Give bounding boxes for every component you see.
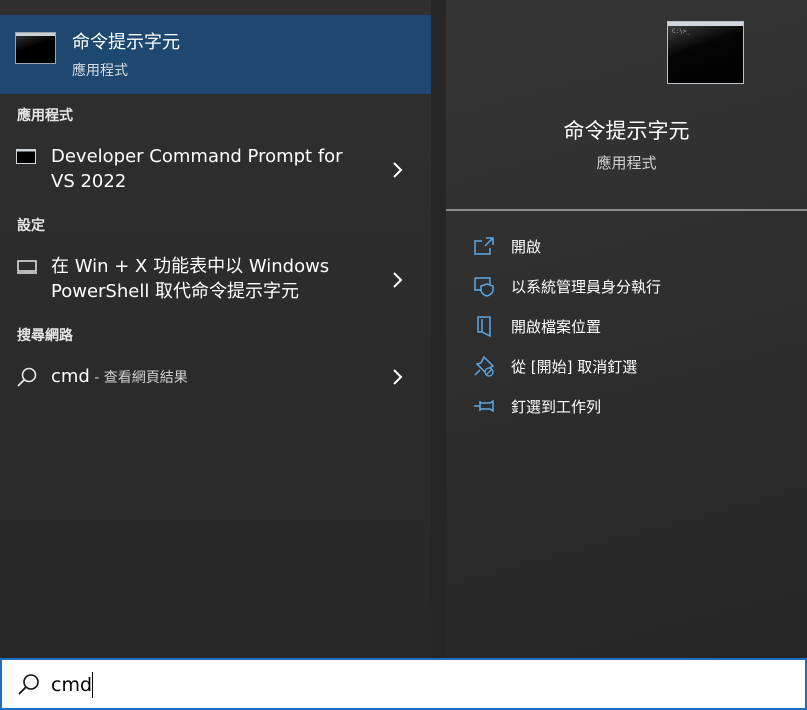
detail-title: 命令提示字元 [563, 119, 690, 143]
action-open-label: 開啟 [511, 238, 542, 256]
laptop-icon [17, 260, 37, 274]
pin-icon [474, 399, 494, 413]
action-unpin-from-start[interactable]: 從 [開始] 取消釘選 [473, 353, 793, 379]
list-item-web-search[interactable]: cmd - 查看網頁結果 [0, 362, 431, 392]
search-icon [17, 367, 37, 387]
chevron-right-icon[interactable] [390, 270, 404, 290]
command-prompt-icon [15, 32, 56, 64]
shield-icon [474, 277, 494, 297]
search-icon [18, 674, 39, 695]
pane-divider [431, 0, 446, 658]
list-item-winx-powershell[interactable]: 在 Win + X 功能表中以 Windows PowerShell 取代命令提… [0, 253, 431, 308]
open-icon [474, 237, 494, 255]
web-query: cmd [51, 366, 90, 387]
best-match-title: 命令提示字元 [72, 32, 180, 53]
unpin-icon [474, 355, 495, 377]
best-match-item[interactable]: 命令提示字元 應用程式 [0, 15, 431, 94]
detail-subtitle: 應用程式 [596, 154, 657, 172]
chevron-right-icon[interactable] [390, 367, 404, 387]
action-pin-to-taskbar-label: 釘選到工作列 [511, 398, 602, 416]
section-header-web: 搜尋網路 [17, 328, 73, 344]
list-item-label: 在 Win + X 功能表中以 Windows PowerShell 取代命令提… [51, 256, 330, 302]
action-pin-to-taskbar[interactable]: 釘選到工作列 [473, 393, 793, 419]
detail-divider [446, 209, 807, 211]
list-item-label: cmd - 查看網頁結果 [51, 364, 188, 391]
action-open-file-location[interactable]: 開啟檔案位置 [473, 313, 793, 339]
action-run-as-admin-label: 以系統管理員身分執行 [511, 278, 662, 296]
web-suffix: - 查看網頁結果 [89, 370, 188, 386]
list-item-label: Developer Command Prompt for VS 2022 [51, 146, 343, 192]
search-input[interactable] [51, 670, 751, 700]
text-caret [92, 672, 93, 698]
chevron-right-icon[interactable] [390, 160, 404, 180]
detail-pane: C:\>_ 命令提示字元 應用程式 開啟 以系統管理員身分執行 開啟檔案位置 從… [446, 0, 807, 658]
action-open-file-location-label: 開啟檔案位置 [511, 318, 602, 336]
list-item-dev-command-prompt[interactable]: Developer Command Prompt for VS 2022 [0, 143, 431, 198]
tile-glyph: C:\>_ [672, 28, 691, 35]
results-pane: 命令提示字元 應用程式 應用程式 Developer Command Promp… [0, 0, 431, 658]
folder-icon [477, 316, 491, 337]
terminal-icon [16, 149, 36, 164]
action-run-as-admin[interactable]: 以系統管理員身分執行 [473, 273, 793, 299]
action-unpin-from-start-label: 從 [開始] 取消釘選 [511, 358, 638, 376]
command-prompt-large-icon: C:\>_ [667, 21, 744, 84]
section-header-apps: 應用程式 [17, 108, 73, 124]
best-match-subtitle: 應用程式 [72, 63, 128, 79]
section-header-settings: 設定 [17, 218, 45, 234]
search-bar[interactable] [0, 658, 807, 710]
action-open[interactable]: 開啟 [473, 233, 793, 259]
